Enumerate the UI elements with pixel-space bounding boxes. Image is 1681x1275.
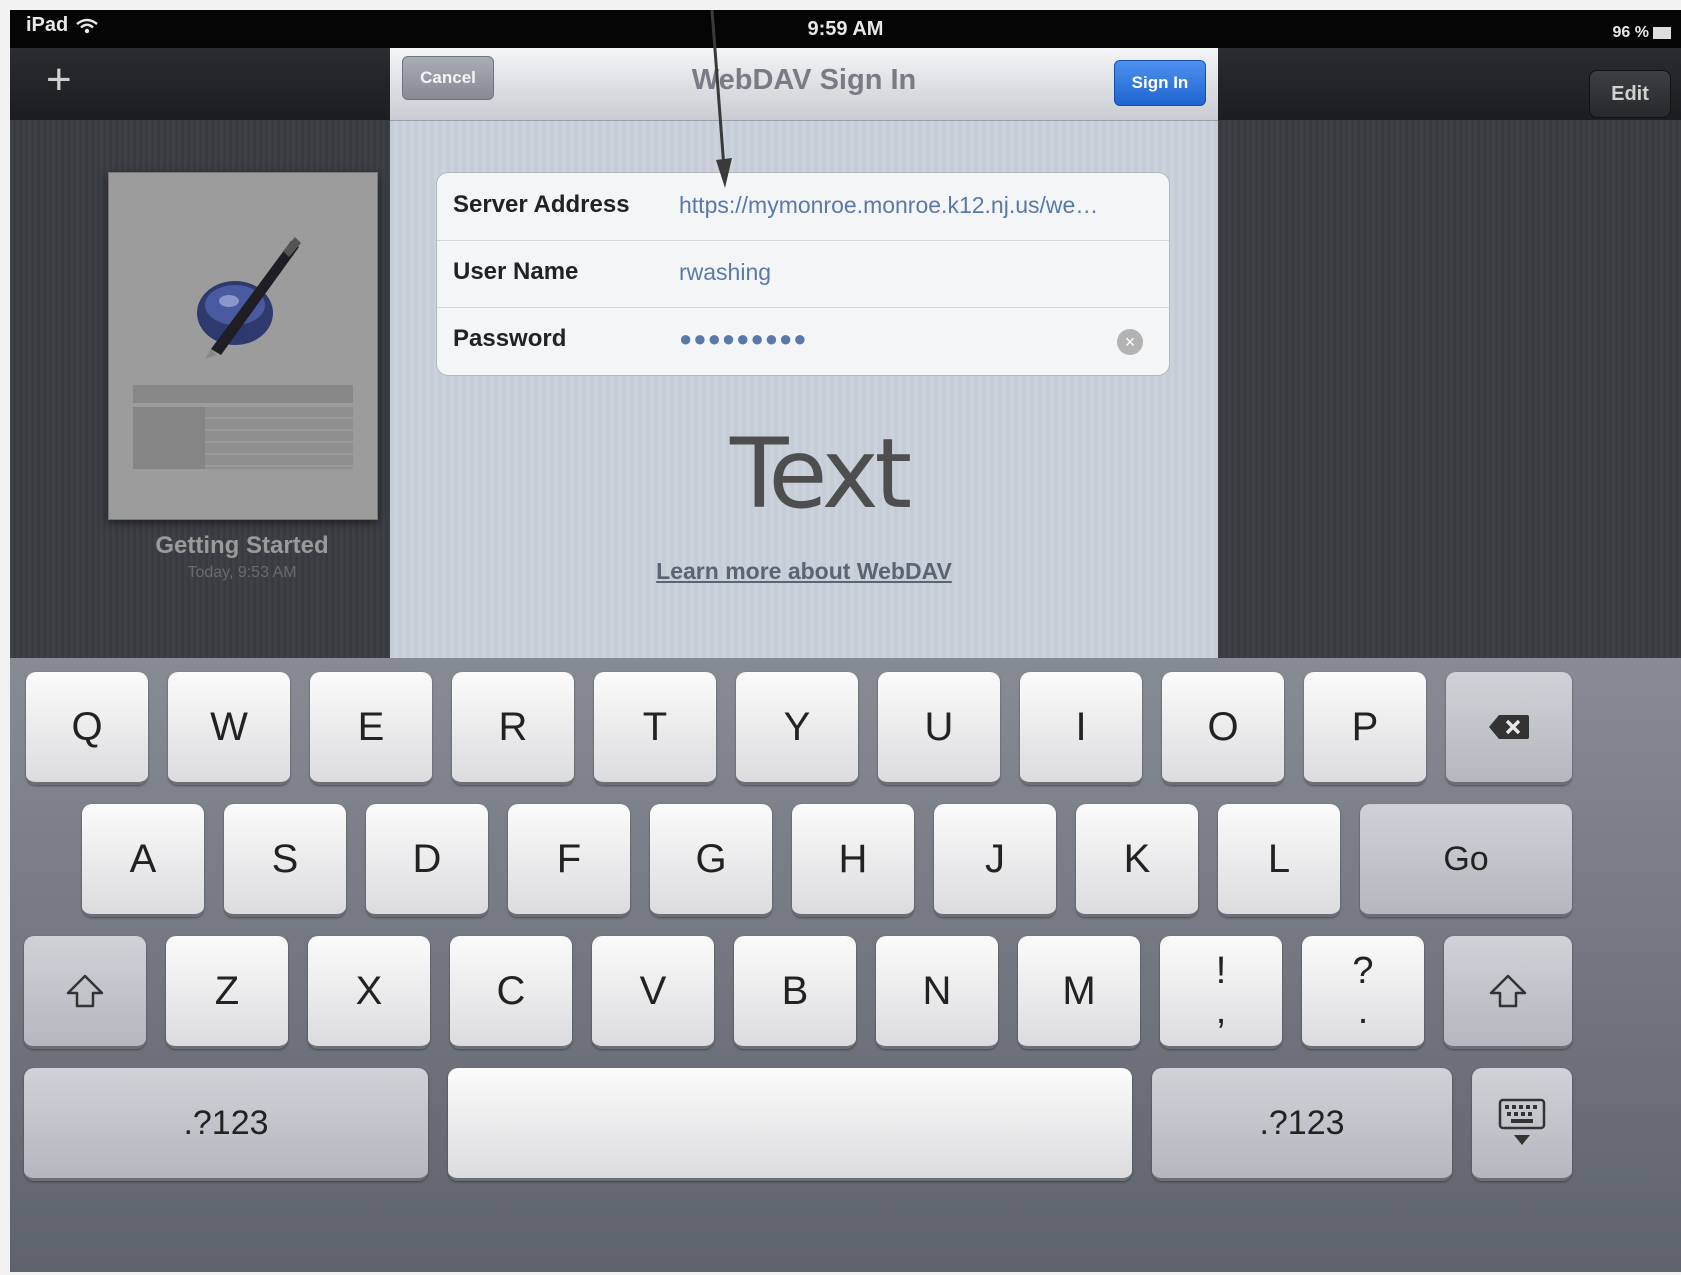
backspace-icon — [1489, 715, 1529, 739]
user-name-row[interactable]: User Name rwashing — [437, 240, 1169, 308]
webdav-sign-in-sheet: Cancel WebDAV Sign In Sign In Server Add… — [390, 48, 1218, 668]
punct1-bottom: , — [1215, 990, 1227, 1032]
key-exclaim-comma[interactable]: ! , — [1160, 936, 1282, 1049]
key-l[interactable]: L — [1218, 804, 1340, 917]
key-g[interactable]: G — [650, 804, 772, 917]
document-title[interactable]: Getting Started — [108, 532, 376, 560]
punct2-top: ? — [1352, 950, 1374, 992]
key-p[interactable]: P — [1304, 672, 1426, 785]
password-label: Password — [453, 325, 567, 352]
status-time: 9:59 AM — [807, 18, 884, 40]
password-row[interactable]: Password ●●●●●●●●● × — [437, 307, 1169, 374]
hide-keyboard-key[interactable] — [1472, 1068, 1572, 1181]
document-thumbnail[interactable] — [108, 172, 378, 520]
shift-icon — [1489, 974, 1527, 1008]
sign-in-form: Server Address https://mymonroe.monroe.k… — [436, 172, 1170, 376]
shift-left-key[interactable] — [24, 936, 146, 1049]
punct1-glyphs: ! , — [1216, 951, 1227, 1031]
key-e[interactable]: E — [310, 672, 432, 785]
ipad-screen: iPad 9:59 AM 96 % + Edit Getting Started… — [10, 10, 1681, 1272]
key-n[interactable]: N — [876, 936, 998, 1049]
numbers-right-key[interactable]: .?123 — [1152, 1068, 1452, 1181]
key-i[interactable]: I — [1020, 672, 1142, 785]
numbers-left-key[interactable]: .?123 — [24, 1068, 428, 1181]
key-h[interactable]: H — [792, 804, 914, 917]
shift-icon — [66, 974, 104, 1008]
punct2-bottom: . — [1357, 990, 1369, 1032]
document-date: Today, 9:53 AM — [187, 564, 297, 581]
user-name-label: User Name — [453, 258, 579, 285]
shift-right-key[interactable] — [1444, 936, 1572, 1049]
password-field[interactable]: ●●●●●●●●● — [679, 326, 1159, 352]
key-a[interactable]: A — [82, 804, 204, 917]
key-y[interactable]: Y — [736, 672, 858, 785]
delete-key[interactable] — [1446, 672, 1572, 785]
go-key[interactable]: Go — [1360, 804, 1572, 917]
server-address-row[interactable]: Server Address https://mymonroe.monroe.k… — [437, 173, 1169, 241]
key-j[interactable]: J — [934, 804, 1056, 917]
sheet-title: WebDAV Sign In — [691, 64, 917, 96]
key-r[interactable]: R — [452, 672, 574, 785]
key-c[interactable]: C — [450, 936, 572, 1049]
status-bar: iPad 9:59 AM 96 % — [10, 10, 1681, 48]
key-f[interactable]: F — [508, 804, 630, 917]
status-battery: 96 % — [1613, 24, 1671, 42]
server-address-label: Server Address — [453, 191, 630, 218]
learn-more-link[interactable]: Learn more about WebDAV — [390, 558, 1218, 585]
key-o[interactable]: O — [1162, 672, 1284, 785]
key-d[interactable]: D — [366, 804, 488, 917]
key-u[interactable]: U — [878, 672, 1000, 785]
sign-in-button[interactable]: Sign In — [1114, 60, 1206, 106]
add-document-button[interactable]: + — [46, 58, 72, 102]
onscreen-keyboard: Q W E R T Y U I O P A S D F G H J K L Go — [10, 658, 1681, 1272]
server-address-field[interactable]: https://mymonroe.monroe.k12.nj.us/we… — [679, 192, 1159, 219]
battery-percent: 96 % — [1612, 24, 1649, 41]
key-x[interactable]: X — [308, 936, 430, 1049]
key-m[interactable]: M — [1018, 936, 1140, 1049]
key-k[interactable]: K — [1076, 804, 1198, 917]
key-t[interactable]: T — [594, 672, 716, 785]
keyboard-hide-icon — [1498, 1098, 1546, 1145]
annotation-text: Text — [730, 418, 912, 530]
key-q[interactable]: Q — [26, 672, 148, 785]
key-v[interactable]: V — [592, 936, 714, 1049]
thumbnail-table-body — [133, 407, 353, 469]
key-b[interactable]: B — [734, 936, 856, 1049]
user-name-field[interactable]: rwashing — [679, 259, 1159, 286]
key-s[interactable]: S — [224, 804, 346, 917]
clear-icon[interactable]: × — [1117, 329, 1143, 355]
space-bar[interactable] — [448, 1068, 1132, 1181]
sheet-header: Cancel WebDAV Sign In Sign In — [390, 48, 1218, 121]
battery-icon — [1653, 27, 1671, 39]
key-z[interactable]: Z — [166, 936, 288, 1049]
thumbnail-table-header — [133, 385, 353, 403]
punct1-top: ! — [1215, 950, 1227, 992]
annotation-arrow-icon — [710, 10, 732, 188]
key-question-period[interactable]: ? . — [1302, 936, 1424, 1049]
key-w[interactable]: W — [168, 672, 290, 785]
pages-inkwell-icon — [197, 237, 301, 359]
edit-button[interactable]: Edit — [1589, 70, 1671, 118]
punct2-glyphs: ? . — [1352, 951, 1373, 1031]
